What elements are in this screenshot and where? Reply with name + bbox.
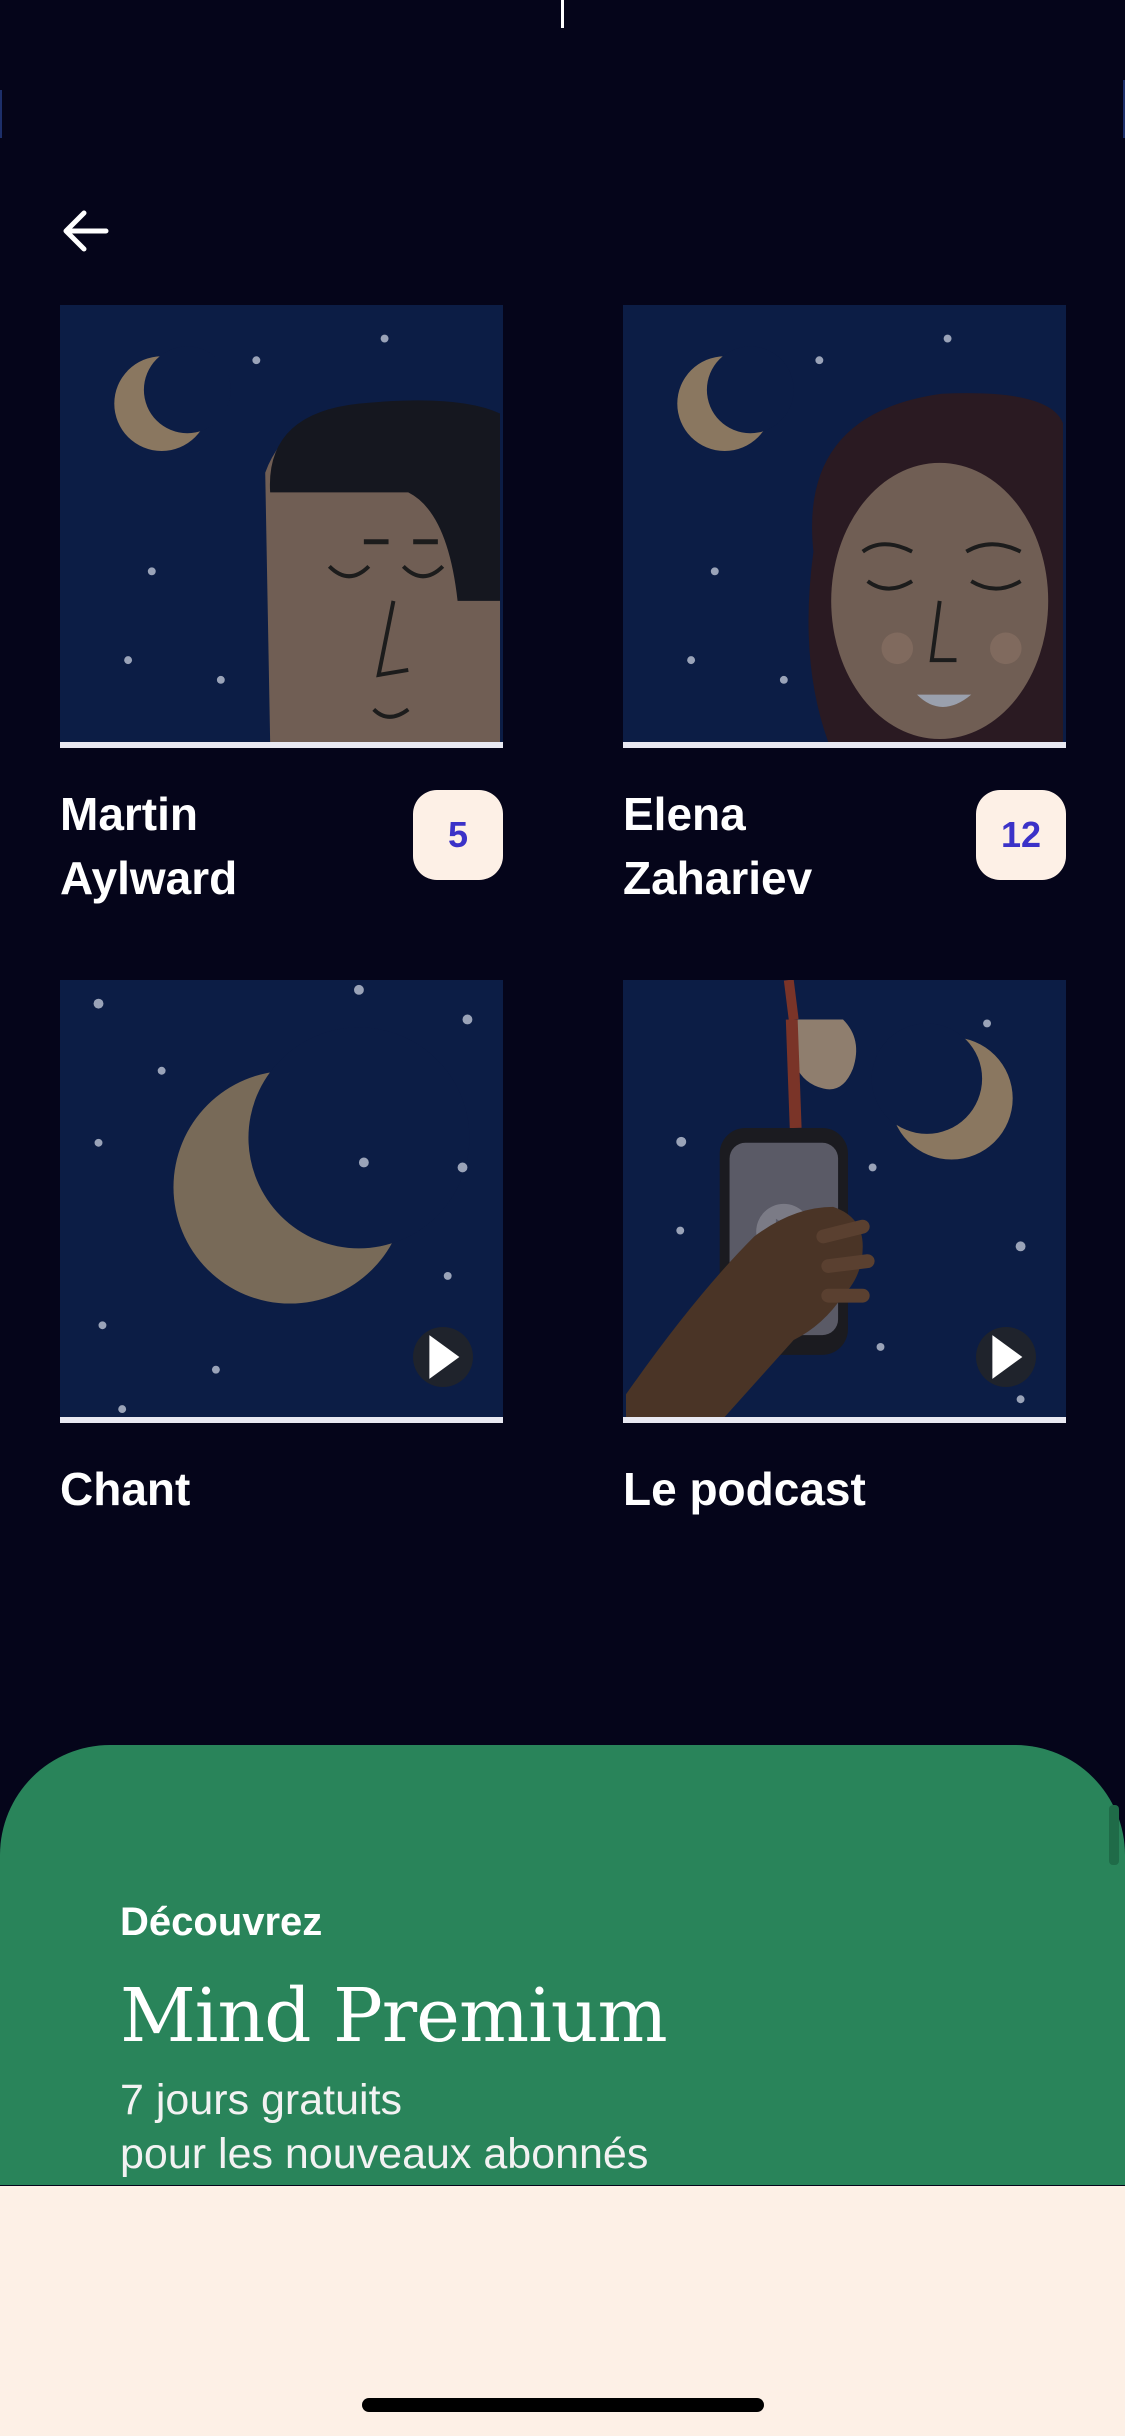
card-title: Elena Zahariev <box>623 782 953 910</box>
promo-subtitle-line2: pour les nouveaux abonnés <box>120 2130 649 2178</box>
card-title: Martin Aylward <box>60 782 390 910</box>
back-button[interactable] <box>60 196 140 266</box>
card-thumbnail <box>60 305 503 748</box>
card-elena-zahariev[interactable]: Elena Zahariev 12 <box>623 305 1066 904</box>
card-title-line2: Aylward <box>60 852 238 904</box>
card-title: Chant <box>60 1463 191 1515</box>
card-title-line1: Elena <box>623 788 746 840</box>
home-indicator[interactable] <box>362 2398 764 2412</box>
card-thumbnail <box>623 980 1066 1423</box>
play-icon <box>992 1335 1023 1379</box>
card-martin-aylward[interactable]: Martin Aylward 5 <box>60 305 503 904</box>
card-le-podcast[interactable]: Le podcast <box>623 980 1066 1515</box>
card-chant[interactable]: Chant <box>60 980 503 1515</box>
card-title: Le podcast <box>623 1463 866 1515</box>
promo-subtitle-line1: 7 jours gratuits <box>120 2076 403 2124</box>
promo-headline: Mind Premium <box>120 1973 668 2059</box>
scrollbar-thumb <box>1109 1805 1119 1865</box>
card-title-line2: Zahariev <box>623 852 813 904</box>
promo-subtitle: 7 jours gratuits pour les nouveaux abonn… <box>120 2073 648 2181</box>
card-title-line1: Martin <box>60 788 198 840</box>
edge-highlight-left <box>0 90 2 138</box>
status-indicator <box>561 0 564 28</box>
play-icon <box>429 1335 460 1379</box>
card-thumbnail <box>623 305 1066 748</box>
arrow-left-icon <box>63 210 109 252</box>
card-thumbnail <box>60 980 503 1423</box>
premium-promo-banner[interactable]: Découvrez Mind Premium 7 jours gratuits … <box>0 1745 1125 2185</box>
session-count-badge: 5 <box>413 790 503 880</box>
play-button[interactable] <box>413 1327 473 1387</box>
session-count-badge: 12 <box>976 790 1066 880</box>
play-button[interactable] <box>976 1327 1036 1387</box>
promo-eyebrow: Découvrez <box>120 1900 323 1944</box>
sleeping-woman-illustration <box>626 305 1063 742</box>
screen: Martin Aylward 5 Elena Zahariev 12 Chant… <box>0 0 1125 2436</box>
sleeping-man-illustration <box>63 305 500 742</box>
